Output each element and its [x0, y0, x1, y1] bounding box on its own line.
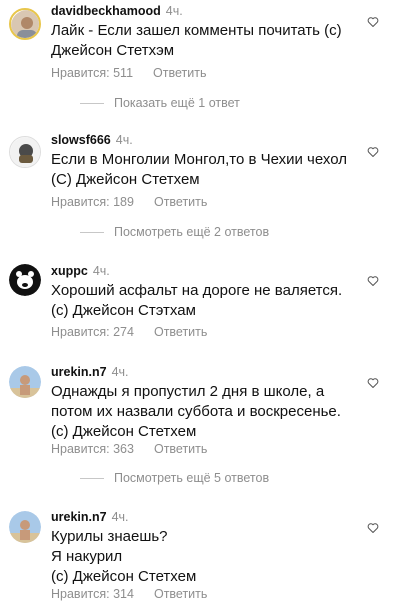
author-name[interactable]: urekin.n7 — [51, 365, 107, 379]
comment-text: Однажды я пропустил 2 дня в школе, а пот… — [51, 382, 341, 442]
avatar[interactable] — [9, 366, 41, 398]
reply-button[interactable]: Ответить — [154, 442, 207, 456]
avatar[interactable] — [9, 264, 41, 296]
divider-line — [80, 103, 104, 105]
avatar[interactable] — [9, 511, 41, 543]
comment-time: 4ч. — [111, 510, 129, 524]
comment-text-line: Курилы знаешь? — [51, 528, 168, 545]
comment-time: 4ч. — [165, 4, 183, 18]
likes-count[interactable]: Нравится: 363 — [51, 442, 134, 456]
comment-text-line: потом их назвали суббота и воскресенье. — [51, 403, 341, 420]
reply-button[interactable]: Ответить — [154, 195, 207, 209]
likes-count[interactable]: Нравится: 314 — [51, 587, 134, 601]
comment-text-line: (с) Джейсон Стэтхам — [51, 302, 196, 319]
comment-text: Если в Монголии Монгол,то в Чехии чехол … — [51, 150, 347, 190]
comment-time: 4ч. — [115, 133, 133, 147]
author-name[interactable]: urekin.n7 — [51, 510, 107, 524]
show-replies-button[interactable]: Посмотреть ещё 2 ответов — [80, 225, 269, 239]
reply-button[interactable]: Ответить — [154, 587, 207, 601]
show-replies-button[interactable]: Показать ещё 1 ответ — [80, 96, 240, 110]
author-name[interactable]: davidbeckhamood — [51, 4, 161, 18]
comment-text: Хороший асфальт на дороге не валяется. (… — [51, 281, 342, 321]
heart-outline-icon[interactable] — [367, 377, 379, 389]
reply-button[interactable]: Ответить — [154, 325, 207, 339]
comment-text-line: Если в Монголии Монгол,то в Чехии чехол — [51, 151, 347, 168]
comment-text-line: (С) Джейсон Стетхем — [51, 171, 200, 188]
comment-text-line: Лайк - Если зашел комменты почитать (с) — [51, 22, 342, 39]
likes-count[interactable]: Нравится: 511 — [51, 66, 133, 80]
comment-time: 4ч. — [111, 365, 129, 379]
comment-text: Курилы знаешь? Я накурил (с) Джейсон Сте… — [51, 527, 196, 587]
divider-line — [80, 478, 104, 480]
likes-count[interactable]: Нравится: 274 — [51, 325, 134, 339]
comment-text-line: Хороший асфальт на дороге не валяется. — [51, 282, 343, 299]
show-replies-button[interactable]: Посмотреть ещё 5 ответов — [80, 471, 269, 485]
show-replies-label: Посмотреть ещё 5 ответов — [114, 471, 270, 485]
author-name[interactable]: slowsf666 — [51, 133, 111, 147]
comment-text-line: (с) Джейсон Стетхем — [51, 423, 197, 440]
heart-outline-icon[interactable] — [367, 16, 379, 28]
comment-text: Лайк - Если зашел комменты почитать (с) … — [51, 21, 342, 61]
show-replies-label: Показать ещё 1 ответ — [114, 96, 240, 110]
comment-text-line: Джейсон Стетхэм — [51, 42, 175, 59]
heart-outline-icon[interactable] — [367, 522, 379, 534]
comment-text-line: (с) Джейсон Стетхем — [51, 568, 197, 585]
comment-time: 4ч. — [92, 264, 110, 278]
comment-text-line: Я накурил — [51, 548, 123, 565]
reply-button[interactable]: Ответить — [153, 66, 206, 80]
heart-outline-icon[interactable] — [367, 275, 379, 287]
likes-count[interactable]: Нравится: 189 — [51, 195, 134, 209]
avatar[interactable] — [9, 136, 41, 168]
comment-text-line: Однажды я пропустил 2 дня в школе, а — [51, 383, 325, 400]
author-name[interactable]: xuppc — [51, 264, 88, 278]
divider-line — [80, 232, 104, 234]
show-replies-label: Посмотреть ещё 2 ответов — [114, 225, 270, 239]
avatar[interactable] — [9, 8, 41, 40]
heart-outline-icon[interactable] — [367, 146, 379, 158]
